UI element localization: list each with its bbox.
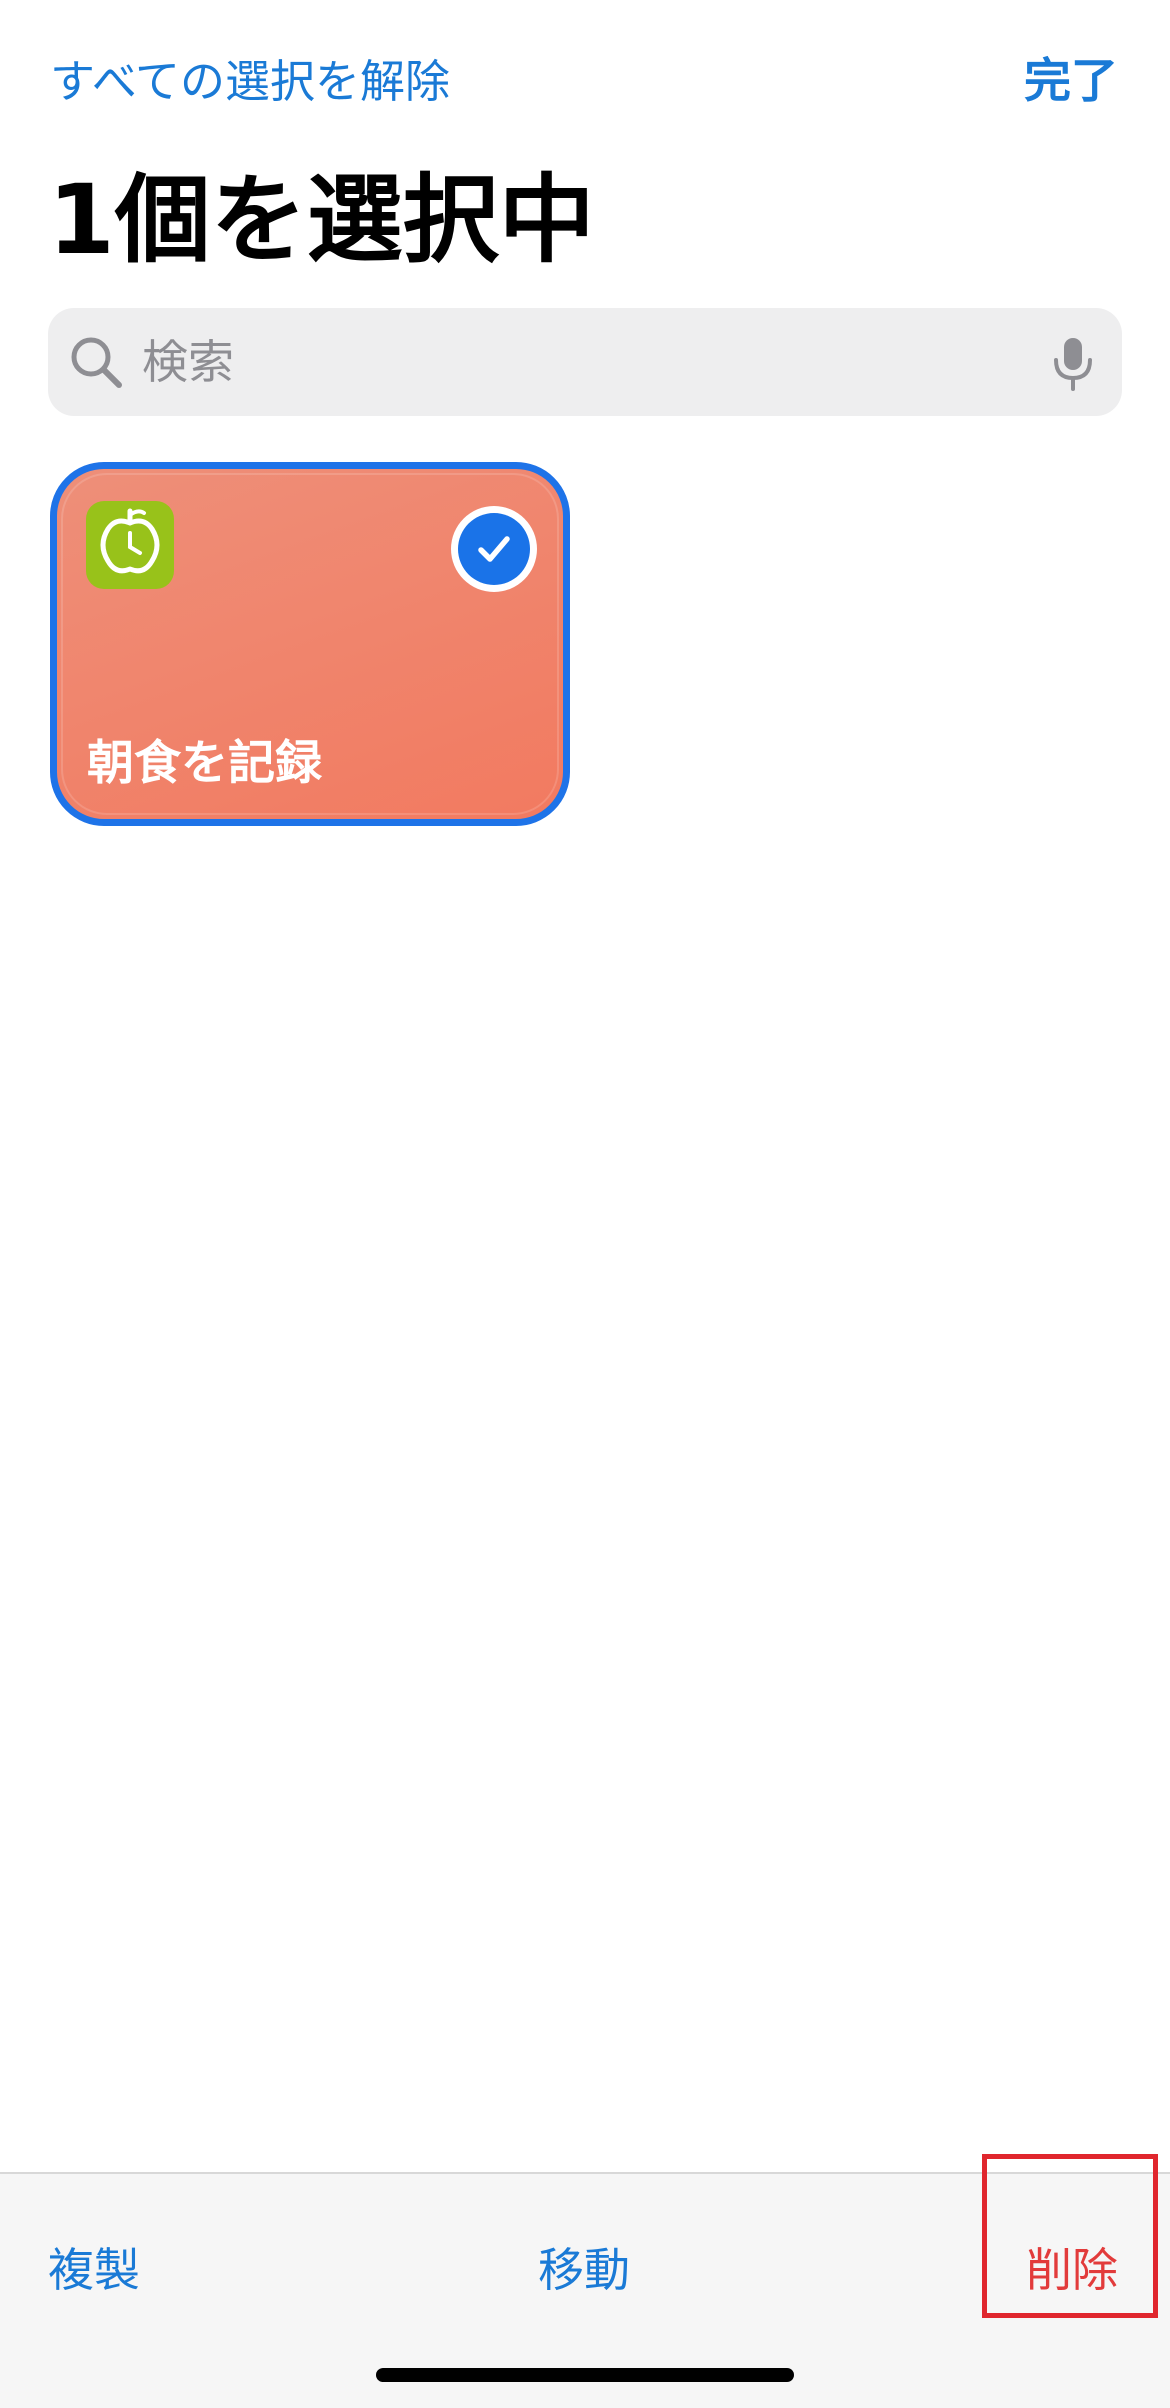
search-icon [71,337,122,388]
done-button[interactable]: 完了 [1024,52,1118,112]
microphone-icon[interactable] [1050,336,1096,392]
delete-highlight-box [982,2154,1158,2318]
search-input[interactable] [142,308,1042,416]
duplicate-button[interactable]: 複製 [48,2240,140,2300]
move-button[interactable]: 移動 [538,2240,630,2300]
app-icon [86,501,174,589]
home-indicator [376,2368,794,2382]
page-title: 1個を選択中 [48,164,595,276]
shortcut-card[interactable]: 朝食を記録 [50,462,570,826]
search-bar[interactable] [48,308,1122,416]
screen: すべての選択を解除 完了 1個を選択中 検索 朝食を記録 複製 移動 削除 [0,0,1170,2408]
selected-check-badge[interactable] [451,506,537,592]
shortcut-label: 朝食を記録 [87,736,322,791]
checkmark-icon [458,513,530,585]
deselect-all-button[interactable]: すべての選択を解除 [50,52,450,112]
apple-clock-icon [100,508,160,574]
